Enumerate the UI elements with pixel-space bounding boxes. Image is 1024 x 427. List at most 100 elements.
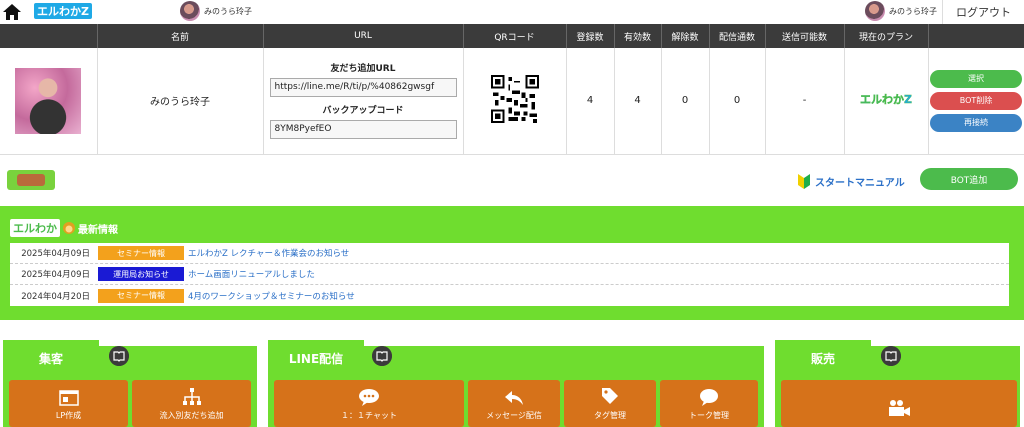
browser-icon: [58, 390, 79, 406]
tile-label: メッセージ配信: [486, 411, 542, 420]
news-list: 2025年04月09日 セミナー情報 エルわかZ レクチャー＆作業会のお知らせ …: [10, 243, 1009, 306]
panel-hanbai: 販売: [775, 340, 1020, 427]
reply-arrow-icon: [505, 391, 523, 405]
tile-label: LP作成: [55, 411, 82, 420]
bot-avatar: [15, 67, 82, 134]
button-shape: [17, 174, 45, 186]
logout-button[interactable]: ログアウト: [942, 0, 1024, 24]
tile-label: トーク管理: [689, 411, 729, 420]
manual-book-icon[interactable]: [109, 346, 129, 366]
monkey-icon: [63, 222, 75, 234]
start-manual-label: スタートマニュアル: [815, 177, 905, 189]
list-item: 2025年04月09日 運用局お知らせ ホーム画面リニューアルしました: [10, 264, 1009, 285]
col-header-registered: 登録数: [566, 24, 615, 48]
col-header-unsubscribed: 解除数: [661, 24, 710, 48]
friend-url-field[interactable]: https://line.me/R/ti/p/%40862gwsgf: [269, 77, 457, 97]
registered-count: 4: [566, 48, 615, 155]
sendable-count: -: [765, 48, 845, 155]
category-badge: 運用局お知らせ: [98, 267, 184, 281]
start-manual-link[interactable]: スタートマニュアル: [797, 172, 905, 190]
app-logo[interactable]: エルわかZ: [34, 2, 92, 20]
col-header-name: 名前: [97, 24, 264, 48]
avatar: [180, 1, 200, 21]
list-item: 2025年04月09日 セミナー情報 エルわかZ レクチャー＆作業会のお知らせ: [10, 243, 1009, 264]
current-user-left[interactable]: みのうら玲子: [180, 1, 252, 21]
col-header-delivered: 配信通数: [709, 24, 766, 48]
news-logo: エルわか: [10, 219, 60, 237]
svg-text:エルわかZ: エルわかZ: [860, 93, 912, 106]
news-date: 2024年04月20日: [21, 291, 90, 302]
delivered-count: 0: [709, 48, 766, 155]
svg-text:エルわかZ: エルわかZ: [37, 5, 89, 18]
news-link[interactable]: ホーム画面リニューアルしました: [188, 268, 315, 280]
plan-cell: エルわかZ: [844, 48, 929, 155]
toolbar: スタートマニュアル BOT追加: [0, 168, 1024, 194]
table-row: みのうら玲子 友だち追加URL https://line.me/R/ti/p/%…: [0, 48, 1024, 155]
tile-message-delivery[interactable]: メッセージ配信: [468, 380, 560, 427]
valid-count: 4: [614, 48, 662, 155]
reconnect-button[interactable]: 再接続: [930, 113, 1022, 132]
unsubscribed-count: 0: [661, 48, 710, 155]
news-link[interactable]: エルわかZ レクチャー＆作業会のお知らせ: [188, 247, 349, 259]
delete-bot-button[interactable]: BOT削除: [930, 91, 1022, 110]
tile-tag-management[interactable]: タグ管理: [564, 380, 656, 427]
backup-code-field[interactable]: 8YM8PyefEO: [269, 119, 457, 139]
news-link[interactable]: 4月のワークショップ＆セミナーのお知らせ: [188, 290, 355, 302]
user-name: みのうら玲子: [889, 6, 937, 16]
panel-shukyaku: 集客 LP作成 流入別友だち追加: [3, 340, 257, 427]
current-user-right[interactable]: みのうら玲子: [865, 1, 937, 21]
chat-bubble-icon: [359, 389, 379, 406]
backup-code-label: バックアップコード: [322, 105, 404, 116]
table-header-row: 名前 URL QRコード 登録数 有効数 解除数 配信通数 送信可能数 現在のプ…: [0, 24, 1024, 48]
tile-label: 流入別友だち追加: [159, 411, 224, 420]
url-cell: 友だち追加URL https://line.me/R/ti/p/%40862gw…: [263, 48, 464, 155]
beginner-mark-icon: [798, 174, 810, 189]
tile-label: １：１チャット: [341, 411, 397, 420]
tile-inflow-friend-add[interactable]: 流入別友だち追加: [132, 380, 251, 427]
tile-talk-management[interactable]: トーク管理: [660, 380, 758, 427]
bot-avatar-cell: [0, 48, 98, 155]
panel-line: LINE配信 １：１チャット メッセージ配信 タグ管理 トーク管理: [268, 340, 764, 427]
tile-label: タグ管理: [594, 411, 626, 420]
sitemap-icon: [182, 388, 201, 405]
add-bot-button[interactable]: BOT追加: [920, 168, 1018, 190]
qr-cell: [463, 48, 567, 155]
category-badge: セミナー情報: [98, 246, 184, 260]
qr-code-icon: [490, 75, 539, 124]
col-header-actions: [928, 24, 1024, 48]
news-date: 2025年04月09日: [21, 270, 90, 280]
tile-lp-create[interactable]: LP作成: [9, 380, 128, 427]
col-header-avatar: [0, 24, 98, 48]
tile-one-to-one-chat[interactable]: １：１チャット: [274, 380, 464, 427]
collapse-button[interactable]: [7, 170, 55, 190]
select-button[interactable]: 選択: [930, 69, 1022, 88]
speech-bubble-icon: [700, 389, 718, 406]
list-item: 2024年04月20日 セミナー情報 4月のワークショップ＆セミナーのお知らせ: [10, 285, 1009, 306]
news-title: 最新情報: [78, 224, 118, 236]
top-bar: エルわかZ みのうら玲子 みのうら玲子 ログアウト: [0, 0, 1024, 24]
tag-icon: [602, 388, 618, 404]
col-header-url: URL: [263, 24, 464, 48]
manual-book-icon[interactable]: [881, 346, 901, 366]
col-header-sendable: 送信可能数: [765, 24, 845, 48]
col-header-plan: 現在のプラン: [844, 24, 929, 48]
panel-title: 販売: [775, 340, 871, 376]
plan-logo: エルわかZ: [860, 93, 912, 106]
col-header-qr: QRコード: [463, 24, 567, 48]
col-header-valid: 有効数: [614, 24, 662, 48]
actions-cell: 選択 BOT削除 再接続: [928, 48, 1024, 155]
tile-sales-video[interactable]: [781, 380, 1017, 427]
panel-title: 集客: [3, 340, 99, 376]
bot-table: 名前 URL QRコード 登録数 有効数 解除数 配信通数 送信可能数 現在のプ…: [0, 24, 1024, 155]
user-name: みのうら玲子: [204, 6, 252, 16]
home-icon[interactable]: [2, 3, 22, 21]
news-header: エルわか 最新情報: [10, 219, 118, 237]
news-panel: エルわか 最新情報 2025年04月09日 セミナー情報 エルわかZ レクチャー…: [0, 206, 1024, 320]
friend-url-label: 友だち追加URL: [330, 63, 396, 74]
manual-book-icon[interactable]: [372, 346, 392, 366]
bot-name: みのうら玲子: [97, 48, 264, 155]
panel-title: LINE配信: [268, 340, 364, 376]
category-badge: セミナー情報: [98, 288, 184, 303]
video-camera-icon: [889, 400, 910, 416]
avatar: [865, 1, 885, 21]
